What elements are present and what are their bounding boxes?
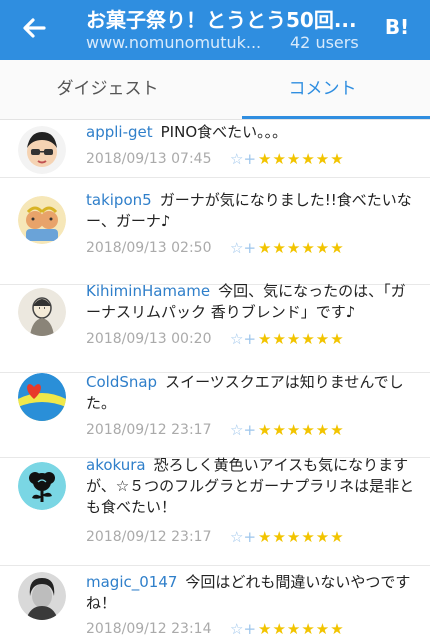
page-url: www.nomunomutuk... bbox=[86, 33, 262, 52]
list-item[interactable]: ColdSnap スイーツスクエアは知りませんでした。 2018/09/12 23… bbox=[0, 373, 430, 458]
comment-body: KihiminHamame 今回、気になったのは、「ガーナスリムパック 香りブレン… bbox=[86, 281, 416, 323]
add-star-icon[interactable]: ☆+ bbox=[230, 528, 256, 546]
comment-list: appli-get PINO食べたい。。。 2018/09/13 07:45 ☆+… bbox=[0, 120, 430, 640]
list-item[interactable]: magic_0147 今回はどれも間違いないやつですね！ 2018/09/12 2… bbox=[0, 566, 430, 640]
comment-body: appli-get PINO食べたい。。。 bbox=[86, 122, 416, 143]
page-title: お菓子祭り！とうとう50回... bbox=[86, 8, 357, 32]
arrow-left-icon[interactable] bbox=[18, 12, 50, 44]
add-star-icon[interactable]: ☆+ bbox=[230, 620, 256, 638]
star-rating: ★★★★★★ bbox=[258, 239, 345, 257]
comment-text: PINO食べたい。。。 bbox=[160, 123, 288, 141]
comment-date: 2018/09/13 00:20 bbox=[86, 331, 212, 347]
star-rating: ★★★★★★ bbox=[258, 330, 345, 348]
tab-digest[interactable]: ダイジェスト bbox=[0, 60, 215, 118]
list-item[interactable]: KihiminHamame 今回、気になったのは、「ガーナスリムパック 香りブレン… bbox=[0, 282, 430, 373]
avatar[interactable] bbox=[18, 462, 66, 510]
star-rating: ★★★★★★ bbox=[258, 421, 345, 439]
list-item[interactable]: takipon5 ガーナが気になりました!!食べたいなー、ガーナ♪ 2018/09… bbox=[0, 178, 430, 285]
comment-date: 2018/09/13 07:45 bbox=[86, 151, 212, 167]
list-item[interactable]: akokura 恐ろしく黄色いアイスも気になりますが、☆５つのフルグラとガーナプラ… bbox=[0, 455, 430, 566]
comment-user[interactable]: ColdSnap bbox=[86, 373, 157, 391]
comment-date: 2018/09/13 02:50 bbox=[86, 240, 212, 256]
tab-bar: ダイジェスト コメント bbox=[0, 60, 430, 120]
comment-date: 2018/09/12 23:17 bbox=[86, 422, 212, 438]
active-tab-indicator bbox=[242, 116, 430, 119]
add-star-icon[interactable]: ☆+ bbox=[230, 330, 256, 348]
comment-user[interactable]: magic_0147 bbox=[86, 573, 177, 591]
star-rating: ★★★★★★ bbox=[258, 620, 345, 638]
user-count: 42 users bbox=[290, 33, 359, 52]
add-star-icon[interactable]: ☆+ bbox=[230, 421, 256, 439]
star-rating: ★★★★★★ bbox=[258, 528, 345, 546]
comment-user[interactable]: akokura bbox=[86, 456, 146, 474]
comment-body: magic_0147 今回はどれも間違いないやつですね！ bbox=[86, 572, 416, 614]
tab-comments[interactable]: コメント bbox=[215, 60, 430, 118]
star-rating: ★★★★★★ bbox=[258, 150, 345, 168]
comment-user[interactable]: takipon5 bbox=[86, 191, 152, 209]
avatar[interactable] bbox=[18, 126, 66, 174]
add-star-icon[interactable]: ☆+ bbox=[230, 239, 256, 257]
app-bar: お菓子祭り！とうとう50回... www.nomunomutuk... 42 u… bbox=[0, 0, 430, 60]
avatar[interactable] bbox=[18, 196, 66, 244]
comment-user[interactable]: KihiminHamame bbox=[86, 282, 210, 300]
comment-body: takipon5 ガーナが気になりました!!食べたいなー、ガーナ♪ bbox=[86, 190, 416, 232]
avatar[interactable] bbox=[18, 572, 66, 620]
comment-body: ColdSnap スイーツスクエアは知りませんでした。 bbox=[86, 372, 416, 414]
comment-body: akokura 恐ろしく黄色いアイスも気になりますが、☆５つのフルグラとガーナプラ… bbox=[86, 455, 416, 518]
avatar[interactable] bbox=[18, 373, 66, 421]
list-item[interactable]: appli-get PINO食べたい。。。 2018/09/13 07:45 ☆+… bbox=[0, 120, 430, 178]
add-star-icon[interactable]: ☆+ bbox=[230, 150, 256, 168]
comment-date: 2018/09/12 23:14 bbox=[86, 621, 212, 637]
comment-date: 2018/09/12 23:17 bbox=[86, 529, 212, 545]
comment-user[interactable]: appli-get bbox=[86, 123, 153, 141]
hatena-bookmark-icon[interactable]: B! bbox=[382, 12, 412, 42]
avatar[interactable] bbox=[18, 288, 66, 336]
